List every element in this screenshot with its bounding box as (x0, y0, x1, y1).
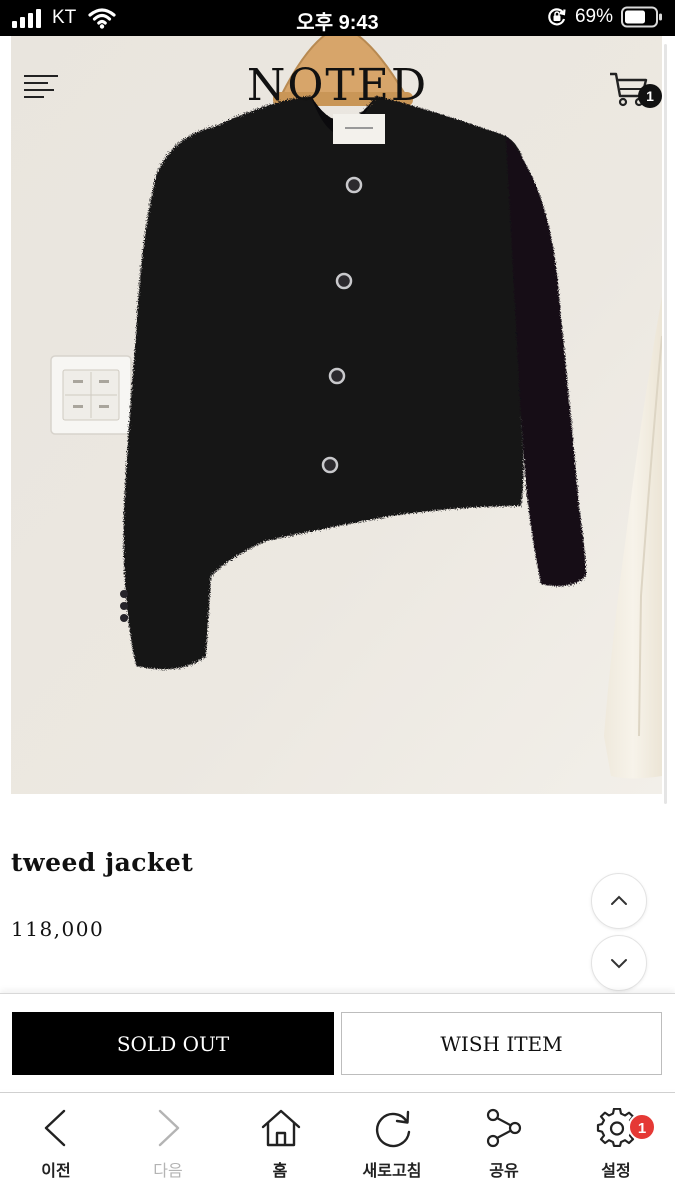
chevron-down-icon (611, 959, 627, 969)
nav-refresh-label: 새로고침 (362, 1163, 422, 1180)
scroll-bottom-button[interactable] (591, 935, 647, 991)
purchase-action-bar: SOLD OUT WISH ITEM (0, 993, 675, 1089)
product-price: 118,000 (11, 917, 105, 941)
nav-home[interactable]: 홈 (224, 1093, 336, 1200)
settings-notification-badge: 1 (628, 1113, 656, 1141)
nav-settings[interactable]: 1 설정 (560, 1093, 672, 1200)
scroll-top-button[interactable] (591, 873, 647, 929)
orientation-lock-icon (548, 8, 566, 26)
browser-bottom-nav: 이전 다음 홈 새로고침 공유 1 설정 (0, 1092, 675, 1200)
product-image[interactable] (11, 36, 662, 794)
battery-icon (621, 6, 662, 28)
nav-home-label: 홈 (272, 1163, 288, 1180)
refresh-icon (375, 1110, 411, 1148)
status-bar: KT 오후 9:43 69% (0, 0, 675, 36)
chevron-up-icon (611, 895, 627, 905)
nav-settings-label: 설정 (601, 1163, 631, 1180)
nav-forward[interactable]: 다음 (112, 1093, 224, 1200)
nav-forward-label: 다음 (153, 1163, 183, 1180)
wish-item-button[interactable]: WISH ITEM (341, 1012, 662, 1075)
chevron-left-icon (44, 1109, 66, 1147)
page-scrollbar[interactable] (664, 44, 667, 804)
home-icon (261, 1109, 301, 1147)
product-title: tweed jacket (11, 848, 194, 877)
nav-share-label: 공유 (489, 1163, 519, 1180)
battery-percent: 69% (574, 6, 613, 27)
chevron-right-icon (158, 1109, 180, 1147)
nav-back[interactable]: 이전 (0, 1093, 112, 1200)
share-icon (486, 1108, 522, 1148)
sold-out-button[interactable]: SOLD OUT (12, 1012, 334, 1075)
cart-count-badge: 1 (638, 84, 662, 108)
status-right: 69% (547, 6, 663, 28)
brand-logo[interactable]: NOTED (0, 60, 675, 111)
nav-refresh[interactable]: 새로고침 (336, 1093, 448, 1200)
nav-back-label: 이전 (41, 1163, 71, 1180)
product-photo (11, 36, 662, 794)
nav-share[interactable]: 공유 (448, 1093, 560, 1200)
